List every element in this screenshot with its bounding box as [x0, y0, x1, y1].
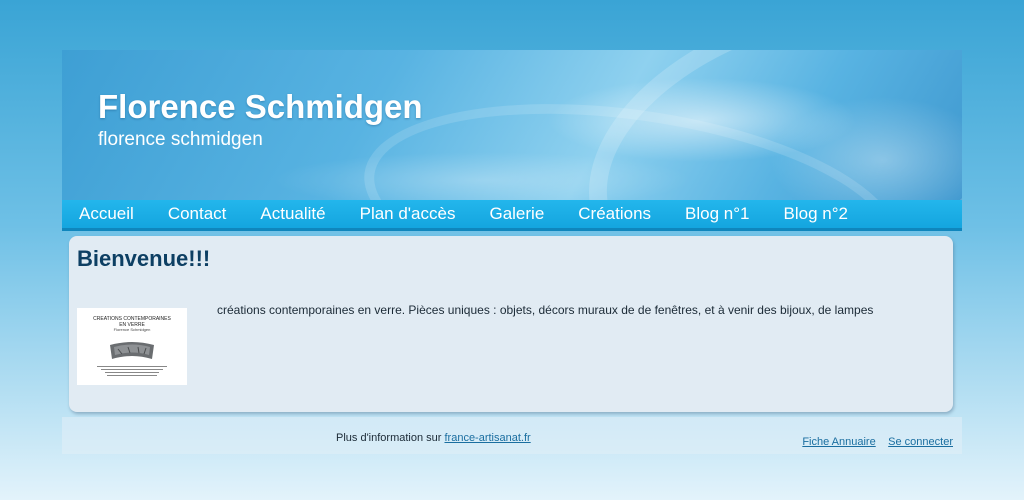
france-artisanat-link[interactable]: france-artisanat.fr — [444, 432, 530, 444]
thumbnail-address-line — [105, 372, 159, 373]
header-banner: Florence Schmidgen florence schmidgen — [62, 50, 962, 200]
site-subtitle: florence schmidgen — [98, 129, 263, 150]
nav-item-creations[interactable]: Créations — [578, 200, 651, 228]
nav-item-blog-2[interactable]: Blog n°2 — [784, 200, 848, 228]
thumbnail-address-line — [107, 375, 157, 376]
thumbnail-address-line — [101, 369, 163, 370]
nav-item-galerie[interactable]: Galerie — [489, 200, 544, 228]
nav-item-accueil[interactable]: Accueil — [79, 200, 134, 228]
page-container: Florence Schmidgen florence schmidgen Ac… — [62, 50, 962, 454]
main-nav: Accueil Contact Actualité Plan d'accès G… — [62, 200, 962, 231]
footer-info: Plus d'information sur france-artisanat.… — [336, 432, 531, 444]
footer-links: Fiche Annuaire Se connecter — [794, 432, 953, 450]
creations-thumbnail[interactable]: CREATIONS CONTEMPORAINES EN VERRE Floren… — [77, 308, 187, 385]
description-text: créations contemporaines en verre. Pièce… — [217, 303, 874, 317]
fiche-annuaire-link[interactable]: Fiche Annuaire — [802, 436, 875, 448]
page-heading: Bienvenue!!! — [77, 246, 211, 271]
login-link[interactable]: Se connecter — [888, 436, 953, 448]
thumbnail-text: Florence Schmidgen — [113, 327, 151, 332]
main-content: Bienvenue!!! CREATIONS CONTEMPORAINES EN… — [69, 236, 953, 412]
nav-item-plan-acces[interactable]: Plan d'accès — [360, 200, 456, 228]
footer-info-text: Plus d'information sur — [336, 432, 445, 444]
footer: Plus d'information sur france-artisanat.… — [62, 417, 962, 454]
nav-item-actualite[interactable]: Actualité — [260, 200, 325, 228]
thumbnail-address-line — [97, 366, 167, 367]
glass-piece-image — [110, 342, 154, 359]
nav-item-contact[interactable]: Contact — [168, 200, 227, 228]
nav-item-blog-1[interactable]: Blog n°1 — [685, 200, 749, 228]
site-title: Florence Schmidgen — [98, 88, 423, 125]
